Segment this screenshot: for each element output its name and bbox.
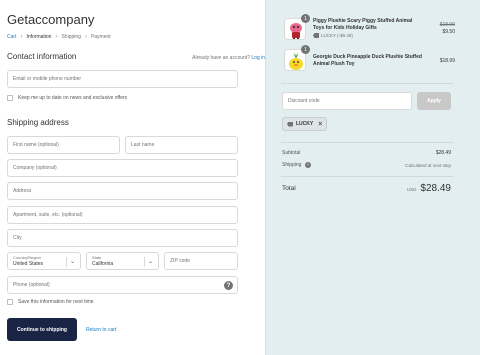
zip-field[interactable]: ZIP code	[164, 252, 238, 270]
apartment-field[interactable]: Apartment, suite, etc. (optional)	[7, 206, 238, 224]
breadcrumb-payment: Payment	[90, 34, 111, 40]
save-info-checkbox[interactable]	[7, 299, 13, 305]
return-to-cart-link[interactable]: Return to cart	[86, 327, 116, 333]
state-select[interactable]: State California ⌄	[86, 252, 159, 270]
chevron-right-icon: ›	[84, 34, 87, 40]
tag-icon	[313, 33, 319, 38]
total-amount-group: USD $28.49	[407, 183, 451, 194]
continue-to-shipping-button[interactable]: Continue to shipping	[7, 318, 77, 341]
divider	[281, 142, 453, 143]
quantity-badge: 1	[301, 14, 310, 23]
chevron-down-icon: ⌄	[147, 259, 153, 265]
quantity-badge: 1	[301, 45, 310, 54]
item-discount-text: LUCKY (-$9.49)	[321, 33, 353, 38]
save-info-option[interactable]: Save this information for next time	[7, 299, 94, 305]
order-item: 1 Georgie Duck Pineapple Duck Plushie St…	[284, 45, 455, 75]
item-price: $18.99 $9.50	[440, 22, 455, 36]
country-value: United States	[13, 261, 44, 267]
discounted-price: $9.50	[442, 29, 455, 35]
shipping-label: Shipping	[282, 162, 302, 168]
shipping-row: Shipping ? Calculated at next step	[282, 162, 451, 168]
chevron-down-icon: ⌄	[69, 259, 75, 265]
first-name-field[interactable]: First name (optional)	[7, 136, 120, 154]
email-field[interactable]: Email or mobile phone number	[7, 70, 238, 88]
subtotal-value: $28.49	[435, 150, 451, 156]
select-divider	[144, 257, 145, 267]
item-price-value: $18.99	[439, 58, 455, 64]
apply-button[interactable]: Apply	[417, 92, 451, 110]
breadcrumb-shipping: Shipping	[61, 34, 81, 40]
shipping-value: Calculated at next step	[405, 162, 451, 168]
country-select[interactable]: Country/Region United States ⌄	[7, 252, 81, 270]
subtotal-label: Subtotal	[282, 150, 301, 156]
total-amount: $28.49	[420, 183, 451, 194]
state-value: California	[92, 261, 114, 267]
discount-code-field[interactable]: Discount code	[282, 92, 412, 110]
login-link[interactable]: Log in	[251, 55, 265, 61]
company-field[interactable]: Company (optional)	[7, 159, 238, 177]
phone-placeholder: Phone (optional)	[13, 282, 50, 288]
city-field[interactable]: City	[7, 229, 238, 247]
close-icon[interactable]: ×	[318, 121, 322, 128]
chevron-right-icon: ›	[55, 34, 58, 40]
item-price: $18.99	[440, 58, 455, 65]
shipping-label-wrap: Shipping ?	[282, 162, 311, 168]
breadcrumb: Cart › Information › Shipping › Payment	[7, 34, 111, 40]
chevron-right-icon: ›	[20, 34, 23, 40]
item-title: Piggy Plushie Scary Piggy Stuffed Animal…	[313, 18, 413, 31]
original-price: $18.99	[439, 22, 455, 28]
question-icon[interactable]: ?	[224, 281, 233, 290]
last-name-field[interactable]: Last name	[125, 136, 238, 154]
phone-field[interactable]: Phone (optional) ?	[7, 276, 238, 294]
login-prompt-text: Already have an account?	[192, 55, 250, 61]
address-field[interactable]: Address	[7, 182, 238, 200]
select-divider	[66, 257, 67, 267]
order-item: 1 Piggy Plushie Scary Piggy Stuffed Anim…	[284, 14, 455, 44]
item-title: Georgie Duck Pineapple Duck Plushie Stuf…	[313, 54, 422, 67]
save-info-label: Save this information for next time	[18, 299, 94, 305]
total-row: Total USD $28.49	[282, 183, 451, 194]
applied-code: LUCKY	[296, 121, 314, 127]
tag-icon	[287, 121, 293, 127]
question-icon[interactable]: ?	[304, 162, 311, 168]
newsletter-label: Keep me up to date on news and exclusive…	[18, 95, 128, 101]
breadcrumb-information: Information	[26, 34, 52, 40]
applied-discount-chip: LUCKY ×	[282, 117, 328, 131]
total-label: Total	[282, 185, 296, 192]
breadcrumb-cart[interactable]: Cart	[7, 34, 16, 40]
subtotal-row: Subtotal $28.49	[282, 150, 451, 156]
login-prompt: Already have an account? Log in	[125, 55, 265, 61]
checkout-main: Getaccompany Cart › Information › Shippi…	[0, 0, 265, 355]
store-name[interactable]: Getaccompany	[7, 12, 94, 27]
newsletter-checkbox[interactable]	[7, 95, 13, 101]
divider	[281, 176, 453, 177]
item-discount: LUCKY (-$9.49)	[313, 33, 353, 38]
divider	[281, 83, 453, 84]
currency-code: USD	[406, 187, 417, 192]
newsletter-option[interactable]: Keep me up to date on news and exclusive…	[7, 95, 127, 101]
contact-title: Contact information	[7, 52, 77, 61]
shipping-title: Shipping address	[7, 118, 69, 127]
